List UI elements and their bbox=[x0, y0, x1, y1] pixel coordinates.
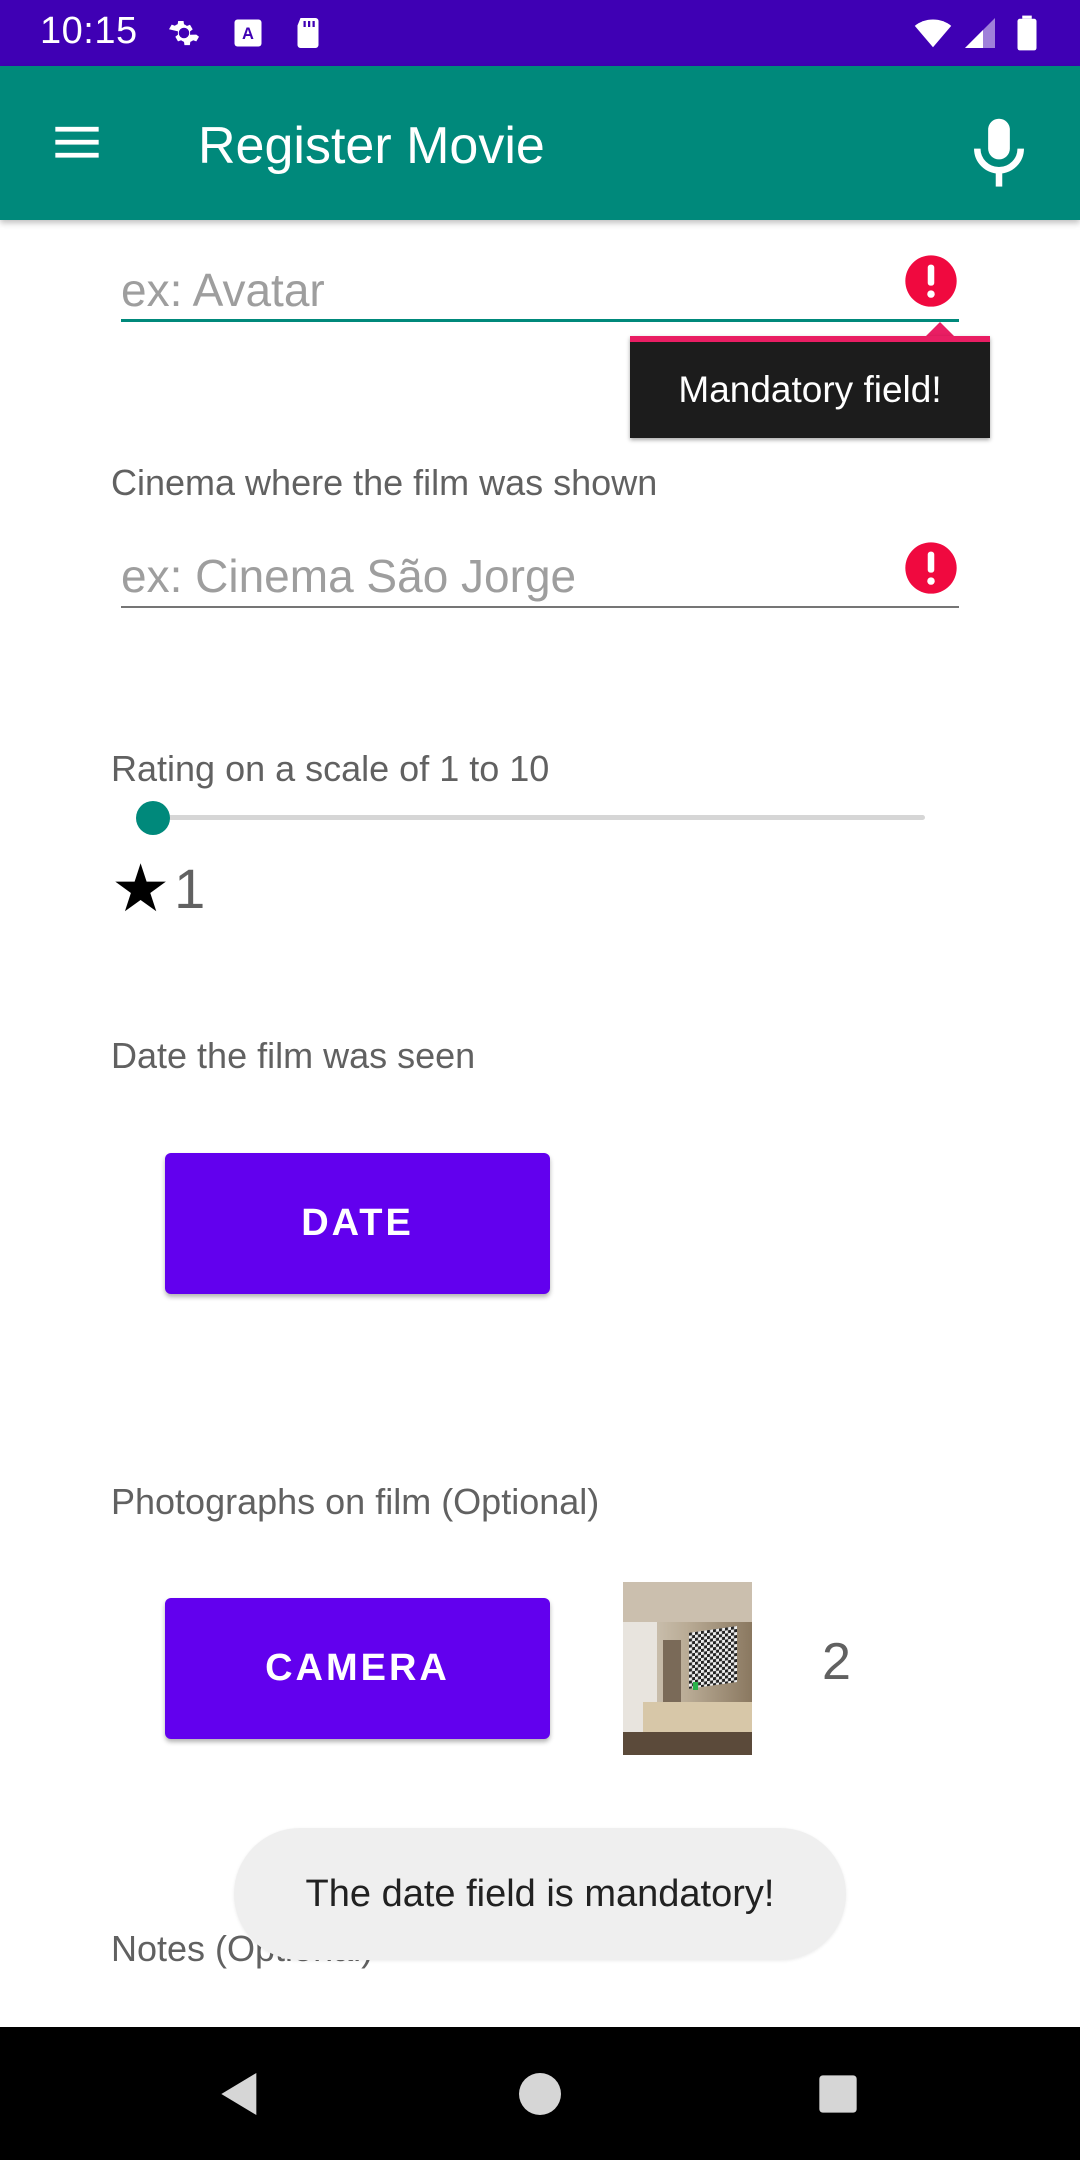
recents-icon[interactable] bbox=[768, 2027, 908, 2160]
rating-display: ★ 1 bbox=[111, 848, 205, 928]
error-icon bbox=[903, 253, 959, 309]
cinema-label: Cinema where the film was shown bbox=[111, 462, 658, 503]
page-title: Register Movie bbox=[198, 117, 545, 175]
rating-label: Rating on a scale of 1 to 10 bbox=[111, 748, 550, 789]
error-tooltip-text: Mandatory field! bbox=[630, 336, 990, 438]
camera-button[interactable]: CAMERA bbox=[165, 1598, 550, 1739]
signal-icon bbox=[962, 14, 998, 52]
date-button[interactable]: DATE bbox=[165, 1153, 550, 1294]
error-icon bbox=[903, 540, 959, 596]
cinema-input[interactable] bbox=[121, 538, 959, 608]
battery-icon bbox=[1012, 14, 1042, 52]
star-icon: ★ bbox=[111, 851, 171, 925]
status-time: 10:15 bbox=[40, 10, 138, 52]
hamburger-menu-icon[interactable] bbox=[44, 116, 110, 168]
toast-message: The date field is mandatory! bbox=[234, 1828, 846, 1960]
home-icon[interactable] bbox=[470, 2027, 610, 2160]
tooltip-arrow bbox=[926, 322, 954, 336]
back-icon[interactable] bbox=[170, 2027, 310, 2160]
photos-label: Photographs on film (Optional) bbox=[111, 1481, 600, 1522]
navigation-bar bbox=[0, 2027, 1080, 2160]
photo-thumbnail[interactable] bbox=[623, 1582, 752, 1755]
svg-text:A: A bbox=[242, 25, 254, 43]
date-label: Date the film was seen bbox=[111, 1035, 476, 1076]
rating-slider-track[interactable] bbox=[153, 815, 925, 820]
error-tooltip: Mandatory field! bbox=[630, 322, 990, 438]
rating-slider-thumb[interactable] bbox=[136, 801, 170, 835]
app-bar: Register Movie bbox=[0, 66, 1080, 220]
rating-value: 1 bbox=[174, 856, 206, 920]
photo-count: 2 bbox=[822, 1633, 851, 1691]
movie-title-input[interactable] bbox=[121, 252, 959, 322]
sd-card-icon bbox=[290, 14, 326, 52]
microphone-icon[interactable] bbox=[966, 116, 1032, 192]
keyboard-icon: A bbox=[230, 14, 266, 52]
status-bar: 10:15 A bbox=[0, 0, 1080, 66]
gear-icon bbox=[166, 14, 202, 52]
wifi-icon bbox=[912, 14, 954, 52]
